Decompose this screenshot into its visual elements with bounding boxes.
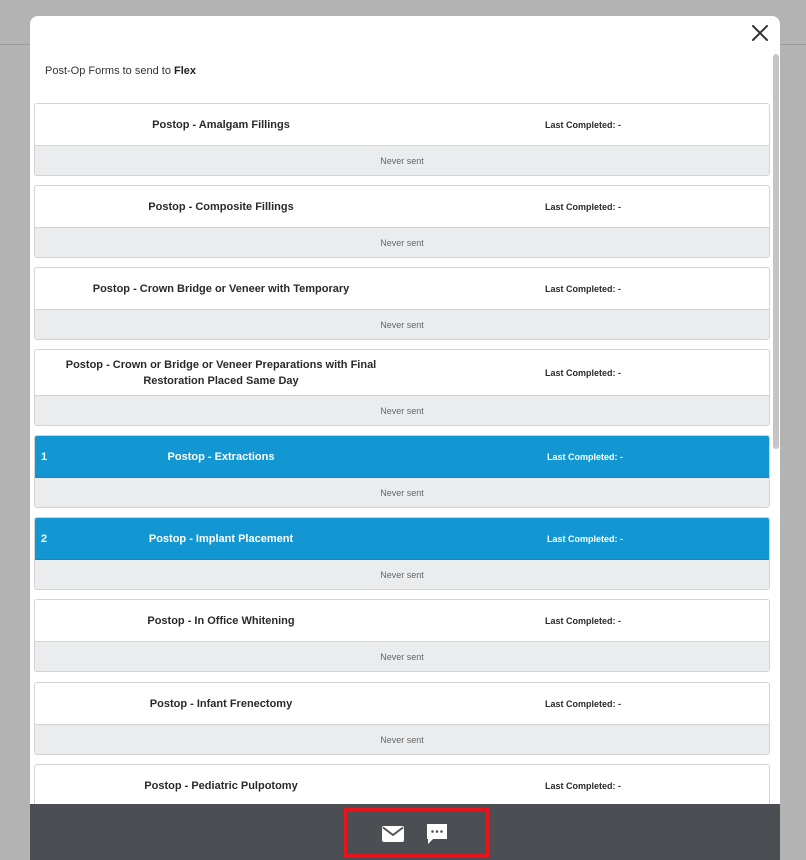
- last-completed: Last Completed: -: [545, 119, 622, 130]
- form-card[interactable]: Postop - Crown Bridge or Veneer with Tem…: [34, 267, 770, 340]
- last-completed: Last Completed: -: [545, 780, 622, 791]
- email-icon: [382, 826, 404, 842]
- last-completed: Last Completed: -: [547, 533, 624, 544]
- modal-title: Post-Op Forms to send to Flex: [45, 65, 196, 77]
- forms-list: Postop - Amalgam Fillings Last Completed:…: [34, 103, 770, 804]
- form-card[interactable]: Postop - Composite Fillings Last Complete…: [34, 185, 770, 258]
- form-card[interactable]: Postop - Infant Frenectomy Last Completed…: [34, 682, 770, 755]
- sent-status: Never sent: [35, 396, 769, 425]
- send-footer: [30, 804, 780, 860]
- form-name: Postop - In Office Whitening: [147, 614, 295, 627]
- sent-status: Never sent: [35, 228, 769, 257]
- form-card[interactable]: Postop - Crown or Bridge or Veneer Prepa…: [34, 349, 770, 426]
- send-sms-button[interactable]: [425, 822, 449, 846]
- sent-status: Never sent: [35, 478, 769, 507]
- form-card-header[interactable]: 1 Postop - Extractions Last Completed: -: [35, 436, 769, 478]
- form-card-header[interactable]: Postop - Pediatric Pulpotomy Last Complet…: [35, 765, 769, 804]
- last-completed: Last Completed: -: [545, 201, 622, 212]
- form-name: Postop - Extractions: [167, 450, 275, 463]
- sent-status: Never sent: [35, 560, 769, 589]
- modal-title-prefix: Post-Op Forms to send to: [45, 65, 171, 77]
- form-name: Postop - Amalgam Fillings: [152, 118, 290, 131]
- form-name: Postop - Infant Frenectomy: [149, 697, 293, 710]
- sent-status: Never sent: [35, 146, 769, 175]
- sent-status: Never sent: [35, 642, 769, 671]
- form-card-header[interactable]: Postop - Amalgam Fillings Last Completed:…: [35, 104, 769, 146]
- scrollbar[interactable]: [773, 54, 779, 804]
- form-name: Postop - Pediatric Pulpotomy: [144, 779, 298, 792]
- form-card-header[interactable]: Postop - Crown Bridge or Veneer with Tem…: [35, 268, 769, 310]
- last-completed: Last Completed: -: [545, 283, 622, 294]
- send-email-button[interactable]: [381, 822, 405, 846]
- scrollbar-thumb[interactable]: [773, 54, 779, 449]
- last-completed: Last Completed: -: [545, 698, 622, 709]
- last-completed: Last Completed: -: [545, 367, 622, 378]
- form-name: Postop - Composite Fillings: [148, 200, 294, 213]
- patient-name: Flex: [174, 65, 197, 77]
- sms-icon: [427, 824, 447, 844]
- form-card-header[interactable]: 2 Postop - Implant Placement Last Complete…: [35, 518, 769, 560]
- last-completed: Last Completed: -: [547, 451, 624, 462]
- form-name: Postop - Crown Bridge or Veneer with Tem…: [92, 282, 350, 295]
- post-op-forms-modal: Post-Op Forms to send to Flex Postop - A…: [30, 16, 780, 860]
- form-card-header[interactable]: Postop - Infant Frenectomy Last Completed…: [35, 683, 769, 725]
- close-button[interactable]: [748, 21, 772, 45]
- form-card[interactable]: 1 Postop - Extractions Last Completed: - Ne…: [34, 435, 770, 508]
- form-card[interactable]: Postop - Amalgam Fillings Last Completed:…: [34, 103, 770, 176]
- form-card[interactable]: Postop - Pediatric Pulpotomy Last Complet…: [34, 764, 770, 804]
- form-card[interactable]: Postop - In Office Whitening Last Complet…: [34, 599, 770, 672]
- form-card-header[interactable]: Postop - Composite Fillings Last Complete…: [35, 186, 769, 228]
- sent-status: Never sent: [35, 725, 769, 754]
- form-name: Postop - Crown or Bridge or Veneer Prepa…: [65, 358, 377, 387]
- form-card-header[interactable]: Postop - Crown or Bridge or Veneer Prepa…: [35, 350, 769, 396]
- form-name: Postop - Implant Placement: [148, 532, 294, 545]
- send-options-highlight: [344, 808, 489, 857]
- form-card-header[interactable]: Postop - In Office Whitening Last Complet…: [35, 600, 769, 642]
- sent-status: Never sent: [35, 310, 769, 339]
- close-icon: [752, 25, 768, 41]
- last-completed: Last Completed: -: [545, 615, 622, 626]
- form-card[interactable]: 2 Postop - Implant Placement Last Complete…: [34, 517, 770, 590]
